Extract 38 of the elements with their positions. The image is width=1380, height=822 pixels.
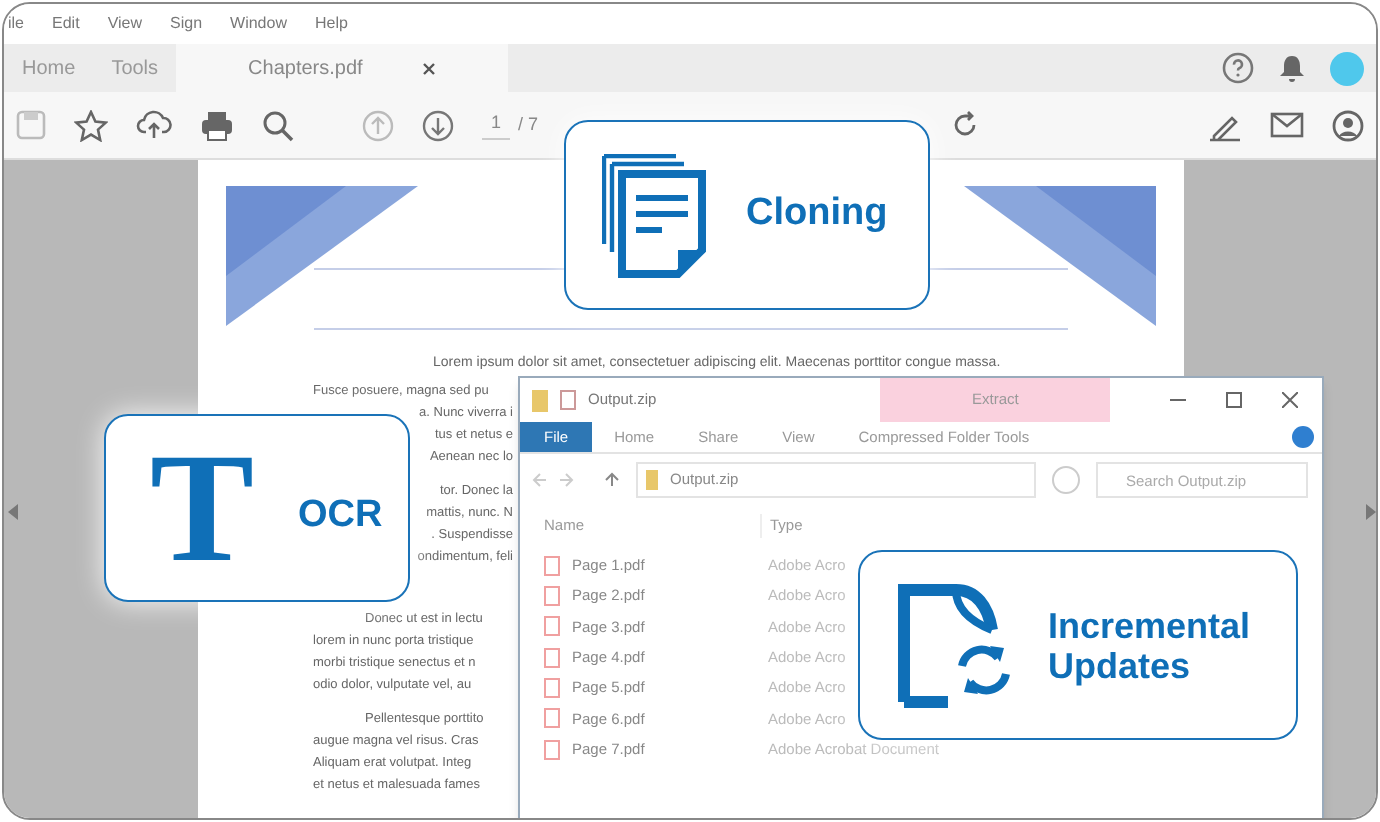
tab[interactable]: Home	[4, 44, 94, 92]
menu-item[interactable]: Sign	[170, 12, 203, 36]
navigation-arrows-icon[interactable]	[532, 472, 620, 488]
close-icon[interactable]	[1282, 392, 1298, 408]
document-icon	[560, 390, 576, 410]
cloud-upload-icon[interactable]	[136, 110, 172, 140]
maximize-icon[interactable]	[1226, 392, 1242, 408]
rotate-icon[interactable]	[950, 110, 980, 140]
page-total: / 7	[518, 111, 539, 138]
document-refresh-icon	[896, 581, 1016, 709]
star-icon[interactable]	[74, 109, 108, 141]
pdf-file-icon	[544, 585, 560, 606]
menu-item[interactable]: Help	[314, 12, 348, 36]
folder-icon	[532, 389, 548, 411]
menu-item[interactable]: Window	[230, 12, 287, 36]
menu-item[interactable]: View	[107, 12, 143, 36]
pdf-file-icon	[544, 678, 560, 699]
arrow-down-circle-icon[interactable]	[422, 109, 454, 141]
user-icon[interactable]	[1332, 109, 1364, 141]
menu-item[interactable]: Edit	[52, 12, 80, 36]
tab[interactable]: Tools	[93, 44, 177, 92]
search-icon[interactable]	[262, 109, 294, 141]
pdf-file-icon	[544, 739, 560, 760]
close-icon[interactable]	[422, 61, 437, 75]
print-icon[interactable]	[200, 109, 234, 141]
letter-t-icon: T	[150, 438, 255, 578]
pdf-file-icon	[544, 647, 560, 668]
feature-label: Incremental Updates	[1048, 605, 1253, 685]
page-number-field[interactable]: 1	[482, 110, 510, 140]
feature-label: Cloning	[746, 190, 888, 239]
menu-item[interactable]: ile	[8, 12, 25, 36]
tab[interactable]: Chapters.pdf	[176, 44, 509, 92]
pdf-file-icon	[544, 708, 560, 729]
pdf-file-icon	[544, 616, 560, 637]
bell-icon[interactable]	[1278, 53, 1306, 83]
pdf-file-icon	[544, 555, 560, 575]
feature-label: OCR	[298, 491, 383, 539]
mail-icon[interactable]	[1270, 112, 1304, 138]
